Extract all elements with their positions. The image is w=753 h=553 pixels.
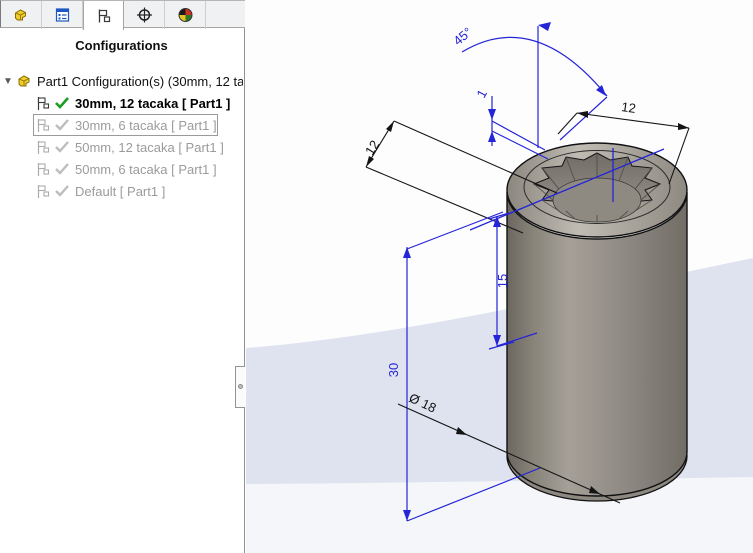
panel-splitter[interactable] [235, 366, 245, 408]
config-item-label: 30mm, 6 tacaka [ Part1 ] [72, 118, 217, 133]
viewport-floor [246, 477, 753, 553]
properties-icon [54, 7, 71, 23]
manager-tab-strip [0, 0, 245, 28]
configuration-panel: Configurations ▼ Part1 Configuration(s) … [0, 0, 245, 553]
tab-configurationmanager[interactable] [83, 1, 124, 30]
config-flag-icon [34, 184, 52, 199]
inactive-check-icon [52, 141, 72, 153]
dimxpert-icon [136, 7, 153, 23]
config-flag-icon [34, 96, 52, 111]
config-item-50mm-6[interactable]: 50mm, 6 tacaka [ Part1 ] [0, 158, 243, 180]
dim-socket-depth-label[interactable]: 15 [495, 274, 510, 288]
dim-socket-width-top-label[interactable]: 12 [620, 99, 636, 116]
tab-dimxpertmanager[interactable] [124, 1, 165, 29]
config-flag-icon [34, 118, 52, 133]
config-item-label: 30mm, 12 tacaka [ Part1 ] [72, 96, 230, 111]
part-icon [13, 7, 30, 23]
inactive-check-icon [52, 119, 72, 131]
config-flag-icon [34, 140, 52, 155]
config-flag-icon [34, 162, 52, 177]
display-manager-icon [177, 7, 194, 23]
tab-propertymanager[interactable] [42, 1, 83, 29]
inactive-check-icon [52, 185, 72, 197]
inactive-check-icon [52, 163, 72, 175]
config-item-label: 50mm, 6 tacaka [ Part1 ] [72, 162, 217, 177]
config-item-50mm-12[interactable]: 50mm, 12 tacaka [ Part1 ] [0, 136, 243, 158]
tab-featuremanager[interactable] [1, 1, 42, 29]
part-icon [16, 73, 34, 89]
solidworks-window: 45° 1 12 12 [0, 0, 753, 553]
model-socket[interactable] [507, 143, 687, 501]
active-check-icon [52, 97, 72, 109]
splitter-grip-icon [238, 384, 243, 389]
config-item-label: Default [ Part1 ] [72, 184, 165, 199]
config-item-label: 50mm, 12 tacaka [ Part1 ] [72, 140, 224, 155]
tree-root-part1[interactable]: ▼ Part1 Configuration(s) (30mm, 12 ta [0, 70, 243, 92]
tree-root-label: Part1 Configuration(s) (30mm, 12 ta [34, 74, 243, 89]
tab-displaymanager[interactable] [165, 1, 206, 29]
dim-part-height-label[interactable]: 30 [386, 363, 401, 377]
panel-title: Configurations [0, 38, 243, 53]
config-item-30mm-6[interactable]: 30mm, 6 tacaka [ Part1 ] [0, 114, 243, 136]
config-item-30mm-12[interactable]: 30mm, 12 tacaka [ Part1 ] [0, 92, 243, 114]
collapse-arrow-icon[interactable]: ▼ [0, 76, 16, 87]
configurations-icon [95, 8, 112, 24]
config-item-default[interactable]: Default [ Part1 ] [0, 180, 243, 202]
configuration-tree: ▼ Part1 Configuration(s) (30mm, 12 ta [0, 70, 243, 202]
